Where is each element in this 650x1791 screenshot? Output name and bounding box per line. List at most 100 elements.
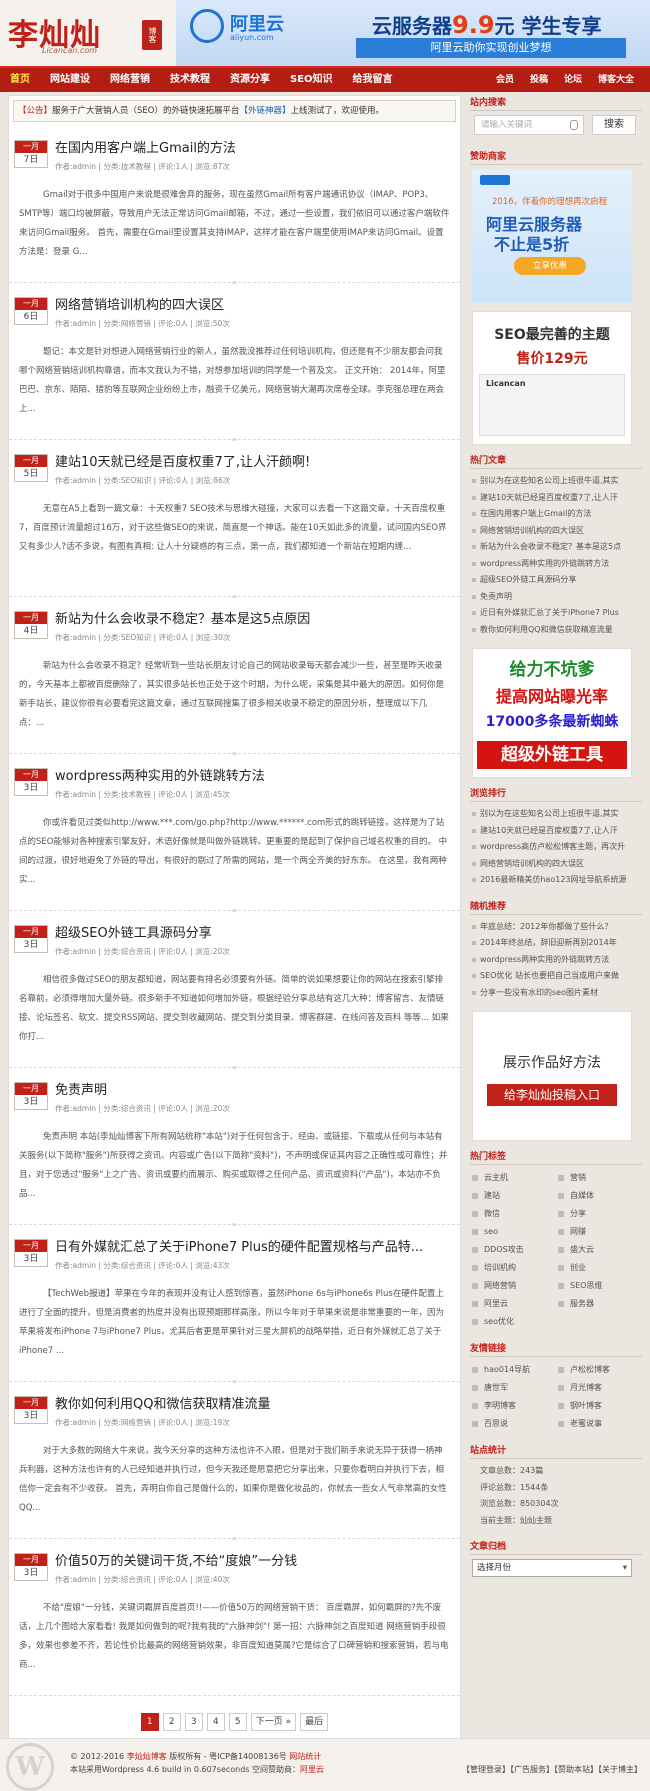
post-meta: 作者:admin | 分类:综合资讯 | 评论:0人 | 浏览:20次 [55,947,230,956]
nav-item-member[interactable]: 会员 [488,68,522,92]
footer-links[interactable]: 【管理登录】【广告服务】【赞助本站】【关于博主】 [462,1764,642,1775]
friend-link[interactable]: 唐世军 [470,1379,556,1397]
friend-link[interactable]: 老蜜说事 [556,1415,642,1433]
nav-item-blogs[interactable]: 博客大全 [590,68,642,92]
post-title[interactable]: 价值50万的关键词干货,不给“度娘”一分钱 [55,1553,450,1571]
friend-link[interactable]: 钢叶博客 [556,1397,642,1415]
post-title[interactable]: 免责声明 [55,1082,450,1100]
tag-link[interactable]: seo [470,1223,556,1241]
post-summary: 无意在A5上看到一篇文章：十天权重7 SEO技术与思维大碰撞，大家可以去看一下这… [19,504,447,552]
next-page-button[interactable]: 下一页 » [250,1713,297,1731]
list-item[interactable]: 分享一些没有水印的seo图片素材 [470,985,642,1002]
header-banner-ad[interactable]: 阿里云 aliyun.com 云服务器9.9元 学生专享 阿里云助你实现创业梦想 [176,0,650,66]
notice-tag: 【公告】 [18,106,53,116]
nav-item-home[interactable]: 首页 [0,68,40,92]
list-item[interactable]: 超级SEO外链工具源码分享 [470,572,642,589]
page-4-button[interactable]: 4 [206,1713,225,1731]
tag-link[interactable]: 网赚 [556,1223,642,1241]
list-item[interactable]: 2014年终总结，辞旧迎新再别2014年 [470,935,642,952]
tag-link[interactable]: SEO思维 [556,1277,642,1295]
nav-item-forum[interactable]: 论坛 [556,68,590,92]
nav-item-message[interactable]: 给我留言 [343,68,403,92]
page-2-button[interactable]: 2 [162,1713,181,1731]
post-title[interactable]: 日有外媒就汇总了关于iPhone7 Plus的硬件配置规格与产品特... [55,1239,450,1257]
list-item[interactable]: 2016最新精美仿hao123网址导航系统源 [470,872,642,889]
list-item[interactable]: 网络营销培训机构的四大误区 [470,523,642,540]
post-title[interactable]: wordpress两种实用的外链跳转方法 [55,768,450,786]
list-item[interactable]: wordpress两种实用的外链跳转方法 [470,952,642,969]
submit-entry-button[interactable]: 给李灿灿投稿入口 [487,1084,617,1106]
tag-link[interactable]: 培训机构 [470,1259,556,1277]
site-logo[interactable]: 李灿灿 Licancan.com 博客 [8,10,168,58]
sponsor-ad-aliyun[interactable]: 2016，伴着你的理想再次启程 阿里云服务器 不止是5折 立享优惠 [472,169,632,303]
footer-stat-link[interactable]: 网站统计 [289,1752,321,1761]
footer-site-link[interactable]: 李灿灿博客 [127,1752,167,1761]
ad-cta-button[interactable]: 立享优惠 [514,257,586,275]
list-item[interactable]: wordpress两种实用的外链跳转方法 [470,556,642,573]
link-tool-ad[interactable]: 给力不坑爹 提高网站曝光率 17000多条最新蜘蛛 超级外链工具 [472,648,632,778]
tag-link[interactable]: 营销 [556,1169,642,1187]
tag-link[interactable]: 微信 [470,1205,556,1223]
page-1-button[interactable]: 1 [140,1713,159,1731]
list-item[interactable]: 建站10天就已经是百度权重7了,让人汗 [470,490,642,507]
post-title[interactable]: 建站10天就已经是百度权重7了,让人汗颜啊! [55,454,450,472]
post-title[interactable]: 超级SEO外链工具源码分享 [55,925,450,943]
nav-item-seo[interactable]: SEO知识 [280,68,343,92]
post-title[interactable]: 在国内用客户端上Gmail的方法 [55,140,450,158]
tag-link[interactable]: 创业 [556,1259,642,1277]
list-item[interactable]: 网络营销培训机构的四大误区 [470,856,642,873]
friend-link[interactable]: 李明博客 [470,1397,556,1415]
tag-link[interactable]: 云主机 [470,1169,556,1187]
list-item[interactable]: 近日有外媒就汇总了关于iPhone7 Plus [470,605,642,622]
notice-link[interactable]: 【外链神器】 [239,106,290,116]
friend-link[interactable]: 百思说 [470,1415,556,1433]
post-title[interactable]: 新站为什么会收录不稳定？基本是这5点原因 [55,611,450,629]
archive-month-select[interactable]: 选择月份 [472,1559,632,1577]
tag-link[interactable]: DDOS攻击 [470,1241,556,1259]
page-3-button[interactable]: 3 [184,1713,203,1731]
sponsor-ad-theme[interactable]: SEO最完善的主题 售价129元 Licancan [472,311,632,445]
post-meta: 作者:admin | 分类:网络营销 | 评论:0人 | 浏览:50次 [55,319,230,328]
tag-link[interactable]: 网络营销 [470,1277,556,1295]
tag-link[interactable]: 建站 [470,1187,556,1205]
footer-host-link[interactable]: 阿里云 [300,1765,324,1774]
list-item[interactable]: 年底总结：2012年你都做了些什么？ [470,919,642,936]
search-input[interactable]: 请输入关键词 [474,115,584,135]
hot-widget-title: 热门文章 [470,453,642,469]
last-page-button[interactable]: 最后 [300,1713,329,1731]
microphone-icon[interactable] [570,120,578,130]
search-button[interactable]: 搜索 [592,115,636,135]
post-meta: 作者:admin | 分类:SEO知识 | 评论:0人 | 浏览:30次 [55,633,231,642]
list-item[interactable]: 建站10天就已经是百度权重7了,让人汗 [470,823,642,840]
tag-link[interactable]: 服务器 [556,1295,642,1313]
list-item[interactable]: 新站为什么会收录不稳定？基本是这5点 [470,539,642,556]
friend-link[interactable]: hao014导航 [470,1361,556,1379]
tag-link[interactable]: 自媒体 [556,1187,642,1205]
list-item[interactable]: 别以为在这些知名公司上班很牛逼,其实 [470,473,642,490]
list-item[interactable]: 别以为在这些知名公司上班很牛逼,其实 [470,806,642,823]
list-item[interactable]: 教你如何利用QQ和微信获取精准流量 [470,622,642,639]
friend-link[interactable]: 卢松松博客 [556,1361,642,1379]
post-title[interactable]: 教你如何利用QQ和微信获取精准流量 [55,1396,450,1414]
post-item: 一月 3日 wordpress两种实用的外链跳转方法 作者:admin | 分类:… [9,754,460,915]
nav-item-web-build[interactable]: 网站建设 [40,68,100,92]
list-item[interactable]: wordpress高仿卢松松博客主题，再次升 [470,839,642,856]
list-item[interactable]: 在国内用客户端上Gmail的方法 [470,506,642,523]
tag-link[interactable]: seo优化 [470,1313,556,1331]
friend-link[interactable]: 月光博客 [556,1379,642,1397]
tag-link[interactable]: 盛大云 [556,1241,642,1259]
ad-line: 提高网站曝光率 [495,687,608,706]
post-date: 一月 3日 [14,1553,48,1581]
page-5-button[interactable]: 5 [228,1713,247,1731]
submit-ad[interactable]: 展示作品好方法 给李灿灿投稿入口 [472,1011,632,1141]
nav-item-submit[interactable]: 投稿 [522,68,556,92]
nav-item-resources[interactable]: 资源分享 [220,68,280,92]
ad-line: 超级外链工具 [477,741,627,769]
nav-item-tutorial[interactable]: 技术教程 [160,68,220,92]
nav-item-marketing[interactable]: 网络营销 [100,68,160,92]
tag-link[interactable]: 阿里云 [470,1295,556,1313]
list-item[interactable]: 免责声明 [470,589,642,606]
list-item[interactable]: SEO优化 站长也要把自己当成用户来做 [470,968,642,985]
tag-link[interactable]: 分享 [556,1205,642,1223]
post-title[interactable]: 网络营销培训机构的四大误区 [55,297,450,315]
